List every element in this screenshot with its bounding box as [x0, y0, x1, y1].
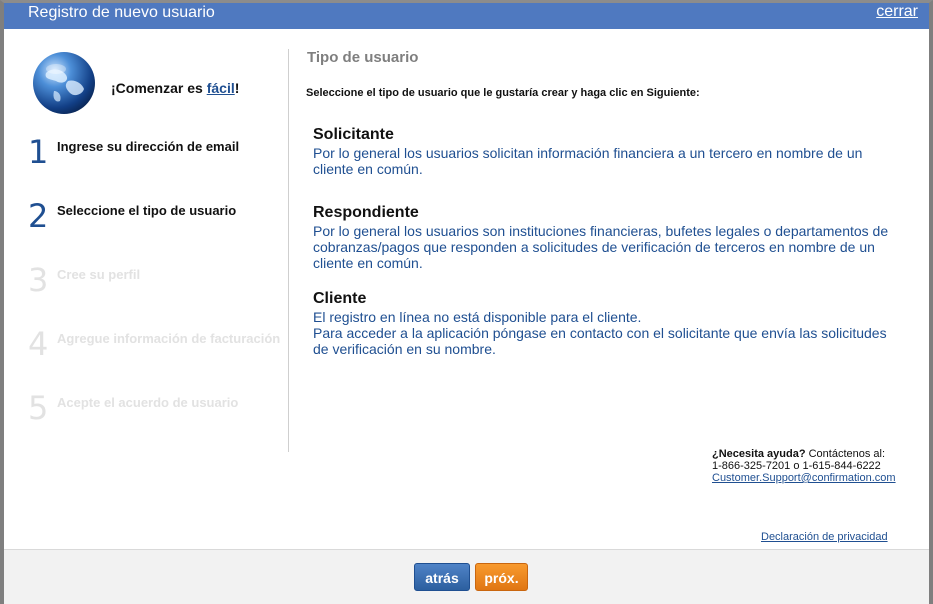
option-cliente: Cliente El registro en línea no está dis…	[313, 290, 898, 357]
help-line: ¿Necesita ayuda? Contáctenos al:	[712, 448, 896, 460]
tagline-easy-link[interactable]: fácil	[207, 80, 235, 96]
support-email-link[interactable]: Customer.Support@confirmation.com	[712, 472, 896, 484]
step-number: 1	[28, 133, 49, 171]
vertical-divider	[288, 49, 289, 452]
step-label: Agregue información de facturación	[57, 331, 281, 346]
step-number: 3	[28, 261, 49, 299]
step-number: 2	[28, 197, 49, 235]
privacy-link[interactable]: Declaración de privacidad	[761, 531, 888, 543]
next-button[interactable]: próx.	[475, 563, 528, 591]
tagline: ¡Comenzar es fácil!	[111, 80, 239, 96]
option-description: Por lo general los usuarios solicitan in…	[313, 145, 863, 177]
globe-icon	[32, 51, 96, 115]
section-title: Tipo de usuario	[307, 49, 419, 66]
step-number: 5	[28, 389, 49, 427]
step-label: Cree su perfil	[57, 267, 141, 282]
option-respondiente[interactable]: Respondiente Por lo general los usuarios…	[313, 204, 898, 271]
window-title: Registro de nuevo usuario	[28, 4, 215, 21]
close-link[interactable]: cerrar	[876, 3, 918, 21]
title-bar: Registro de nuevo usuario cerrar	[4, 3, 929, 29]
option-description-line2: Para acceder a la aplicación póngase en …	[313, 325, 887, 357]
footer-bar: atrás próx.	[4, 549, 929, 604]
back-button[interactable]: atrás	[414, 563, 470, 591]
help-box: ¿Necesita ayuda? Contáctenos al: 1-866-3…	[712, 448, 896, 484]
tagline-suffix: !	[234, 80, 240, 96]
step-number: 4	[28, 325, 49, 363]
tagline-prefix: ¡Comenzar es	[111, 80, 207, 96]
option-description: Por lo general los usuarios son instituc…	[313, 223, 889, 271]
step-label: Acepte el acuerdo de usuario	[57, 395, 239, 410]
option-title[interactable]: Solicitante	[313, 126, 898, 144]
registration-window: Registro de nuevo usuario cerrar ¡Comenz…	[0, 0, 933, 604]
step-label: Seleccione el tipo de usuario	[57, 203, 237, 218]
instruction-text: Seleccione el tipo de usuario que le gus…	[306, 87, 700, 99]
option-description-line1: El registro en línea no está disponible …	[313, 309, 642, 325]
help-contact-text: Contáctenos al:	[805, 448, 886, 460]
help-phones: 1-866-325-7201 o 1-615-844-6222	[712, 460, 881, 472]
option-title[interactable]: Respondiente	[313, 204, 898, 222]
help-question: ¿Necesita ayuda?	[712, 448, 806, 460]
option-title: Cliente	[313, 290, 367, 307]
step-label: Ingrese su dirección de email	[57, 139, 240, 154]
option-solicitante[interactable]: Solicitante Por lo general los usuarios …	[313, 126, 898, 177]
